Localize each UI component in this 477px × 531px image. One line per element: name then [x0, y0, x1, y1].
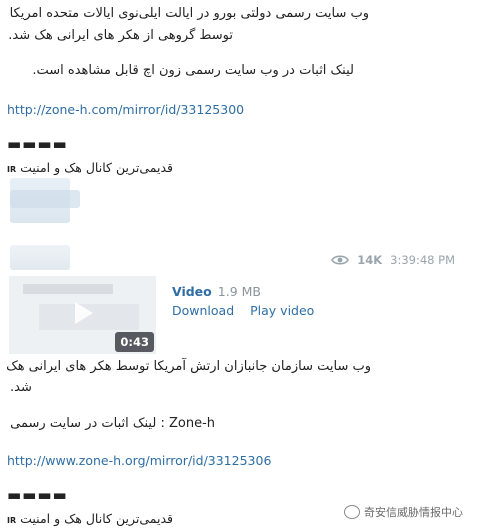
video-actions: Download Play video: [172, 303, 326, 318]
play-video-link[interactable]: Play video: [250, 303, 314, 318]
post1-channel-name: قدیمی‌ترین کانال هک و امنیت: [20, 160, 173, 175]
post1-line2: توسط گروهی از هکر های ایرانی هک شد.: [8, 28, 233, 43]
post2-line2-text: شد.: [10, 380, 32, 395]
post1-channel: IR قدیمی‌ترین کانال هک و امنیت: [7, 160, 173, 175]
post2-separator: ▬▬▬▬: [7, 486, 68, 504]
video-info: Video 1.9 MB: [172, 284, 261, 299]
post1-proof: لینک اثبات در وب سایت رسمی زون اچ قابل م…: [32, 63, 354, 78]
post2-line2: شد.: [10, 379, 32, 397]
wechat-icon: [344, 505, 360, 519]
thumbnail-blur-1: [23, 284, 113, 294]
blurred-content-2: [10, 190, 80, 208]
download-link[interactable]: Download: [172, 303, 234, 318]
video-size: 1.9 MB: [217, 284, 261, 299]
post1-line1: وب سایت رسمی دولتی بورو در ایالت ایلی‌نو…: [9, 6, 369, 21]
message-meta: 14K 3:39:48 PM: [331, 253, 455, 267]
video-thumbnail[interactable]: 0:43: [9, 276, 156, 354]
post1-link[interactable]: http://zone-h.com/mirror/id/33125300: [7, 102, 244, 117]
post2-channel-name: قدیمی‌ترین کانال هک و امنیت: [20, 511, 173, 526]
post2-channel-suffix: IR: [7, 516, 17, 525]
video-duration: 0:43: [115, 332, 154, 352]
post2-link[interactable]: http://www.zone-h.org/mirror/id/33125306: [7, 453, 271, 468]
view-count: 14K: [357, 253, 383, 267]
eye-icon: [331, 255, 350, 265]
watermark-text: 奇安信威胁情报中心: [364, 506, 463, 519]
post2-proof: Zone-h : لینک اثبات در سایت رسمی: [10, 416, 215, 431]
message-time: 3:39:48 PM: [390, 253, 455, 267]
play-icon: [75, 302, 93, 324]
blurred-content-3: [10, 245, 70, 270]
watermark: 奇安信威胁情报中心: [344, 504, 463, 520]
post2-channel: IR قدیمی‌ترین کانال هک و امنیت: [7, 511, 173, 526]
post1-channel-suffix: IR: [7, 165, 17, 174]
video-title: Video: [172, 284, 212, 299]
post2-line1: وب سایت سازمان جانبازان ارتش آمریکا توسط…: [6, 359, 371, 374]
post1-separator: ▬▬▬▬: [7, 135, 68, 153]
